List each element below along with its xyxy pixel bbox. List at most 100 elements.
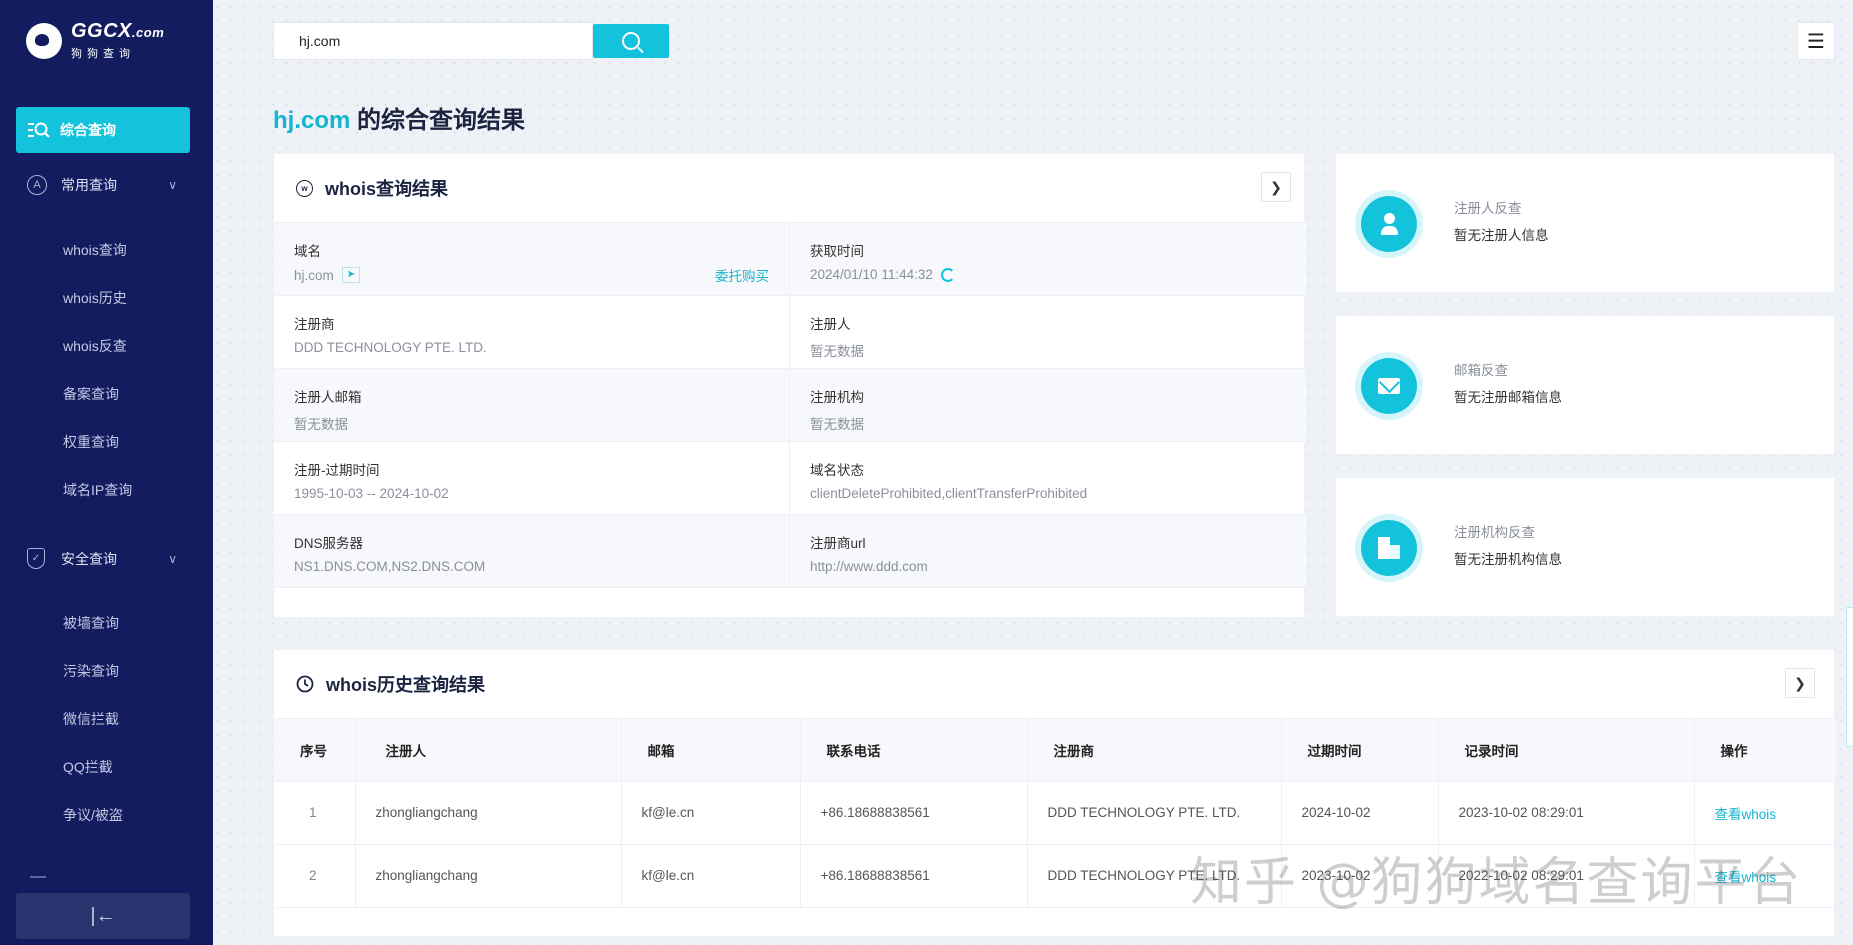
nav-item-pollution-query[interactable]: 污染查询 — [63, 661, 119, 681]
whois-row: 注册人邮箱 暂无数据 注册机构 暂无数据 — [274, 369, 1306, 442]
side-feedback-tab[interactable] — [1846, 607, 1853, 747]
table-cell: 2023-10-02 — [1281, 844, 1439, 908]
person-icon — [1381, 213, 1398, 235]
whois-cell: 注册-过期时间 1995-10-03 -- 2024-10-02 — [274, 442, 790, 514]
search-button[interactable] — [593, 24, 669, 58]
registrant-reverse-card[interactable]: 注册人反查 暂无注册人信息 — [1335, 153, 1835, 293]
logo[interactable]: GGCX.com 狗狗查询 — [26, 20, 164, 61]
reverse-card-value: 暂无注册邮箱信息 — [1454, 390, 1562, 405]
field-value: clientDeleteProhibited,clientTransferPro… — [810, 486, 1088, 501]
whois-row: DNS服务器 NS1.DNS.COM,NS2.DNS.COM 注册商url ht… — [274, 515, 1306, 588]
nav-item-blocked-query[interactable]: 被墙查询 — [63, 613, 119, 633]
logo-main-text: GGCX — [71, 20, 132, 42]
search-input-value: hj.com — [299, 33, 341, 49]
refresh-icon[interactable] — [940, 267, 955, 282]
nav-item-qq-block[interactable]: QQ拦截 — [63, 757, 113, 777]
organization-reverse-card[interactable]: 注册机构反查 暂无注册机构信息 — [1335, 477, 1835, 617]
reverse-card-value: 暂无注册机构信息 — [1454, 552, 1562, 567]
field-label: 域名状态 — [810, 463, 864, 478]
field-value: NS1.DNS.COM,NS2.DNS.COM — [294, 559, 486, 574]
nav-item-wechat-block[interactable]: 微信拦截 — [63, 709, 119, 729]
field-label: 注册人 — [810, 317, 851, 332]
table-row: 1 zhongliangchang kf@le.cn +86.186888385… — [274, 781, 1836, 845]
table-cell: 2023-10-02 08:29:01 — [1438, 781, 1695, 845]
send-icon[interactable]: ➤ — [341, 267, 360, 283]
history-more-button[interactable]: ❯ — [1785, 668, 1815, 698]
field-label: 获取时间 — [810, 244, 864, 259]
field-value: 1995-10-03 -- 2024-10-02 — [294, 486, 449, 501]
table-cell: kf@le.cn — [621, 781, 801, 845]
clock-icon — [296, 675, 314, 693]
nav-item-dispute[interactable]: 争议/被盗 — [63, 805, 123, 825]
view-whois-link[interactable]: 查看whois — [1694, 844, 1836, 908]
divider — [30, 876, 46, 878]
view-whois-link[interactable]: 查看whois — [1694, 781, 1836, 845]
entrust-buy-link[interactable]: 委托购买 — [715, 265, 769, 285]
field-label: 注册商url — [810, 536, 866, 551]
mail-icon — [1378, 378, 1400, 394]
column-header: 联系电话 — [800, 719, 1028, 782]
nav-item-weight-query[interactable]: 权重查询 — [63, 432, 119, 452]
column-header: 记录时间 — [1438, 719, 1695, 782]
reverse-card-title: 邮箱反查 — [1454, 363, 1508, 378]
column-header: 注册商 — [1027, 719, 1282, 782]
chevron-down-icon: ∨ — [168, 178, 177, 192]
column-header: 邮箱 — [621, 719, 801, 782]
whois-cell: 注册商url http://www.ddd.com — [790, 515, 1306, 587]
whois-cell: DNS服务器 NS1.DNS.COM,NS2.DNS.COM — [274, 515, 790, 587]
hamburger-icon: ☰ — [1807, 30, 1825, 53]
nav-item-icp-query[interactable]: 备案查询 — [63, 384, 119, 404]
chevron-right-icon: ❯ — [1270, 178, 1282, 195]
nav-item-domain-ip-query[interactable]: 域名IP查询 — [63, 480, 132, 500]
search-input[interactable]: hj.com — [273, 22, 593, 60]
whois-row: 域名 hj.com ➤ 委托购买 获取时间 2024/01/10 11:44:32 — [274, 223, 1306, 296]
collapse-sidebar-button[interactable]: |← — [16, 893, 190, 939]
whois-cell: 域名 hj.com ➤ 委托购买 — [274, 223, 790, 295]
column-header: 操作 — [1694, 719, 1836, 782]
whois-cell: 注册人邮箱 暂无数据 — [274, 369, 790, 441]
page-title-domain: hj.com — [273, 107, 351, 134]
whois-row: 注册-过期时间 1995-10-03 -- 2024-10-02 域名状态 cl… — [274, 442, 1306, 515]
table-cell: zhongliangchang — [355, 844, 622, 908]
column-header: 过期时间 — [1281, 719, 1439, 782]
field-value: http://www.ddd.com — [810, 559, 928, 574]
field-label: 注册-过期时间 — [294, 463, 380, 478]
field-value: 2024/01/10 11:44:32 — [810, 267, 933, 282]
whois-cell: 注册机构 暂无数据 — [790, 369, 1306, 441]
nav-group-label: 安全查询 — [61, 550, 117, 567]
nav-item-comprehensive-query[interactable]: 综合查询 — [16, 107, 190, 153]
nav-item-whois-query[interactable]: whois查询 — [63, 240, 127, 260]
nav-group-label: 常用查询 — [61, 177, 117, 193]
field-value: DDD TECHNOLOGY PTE. LTD. — [294, 340, 487, 355]
whois-cell: 获取时间 2024/01/10 11:44:32 — [790, 223, 1306, 295]
table-cell: DDD TECHNOLOGY PTE. LTD. — [1027, 844, 1282, 908]
shield-icon: ✓ — [27, 548, 45, 569]
table-header-row: 序号 注册人 邮箱 联系电话 注册商 过期时间 记录时间 操作 — [274, 719, 1836, 782]
table-cell: 1 — [274, 781, 356, 845]
table-cell: kf@le.cn — [621, 844, 801, 908]
whois-card-header: w whois查询结果 — [274, 154, 1304, 223]
nav-item-whois-reverse[interactable]: whois反查 — [63, 336, 127, 356]
whois-icon: w — [296, 179, 313, 197]
table-cell: +86.18688838561 — [800, 781, 1028, 845]
menu-button[interactable]: ☰ — [1797, 22, 1835, 60]
email-reverse-card[interactable]: 邮箱反查 暂无注册邮箱信息 — [1335, 315, 1835, 455]
whois-grid: 域名 hj.com ➤ 委托购买 获取时间 2024/01/10 11:44:32… — [274, 223, 1306, 588]
page-title-suffix: 的综合查询结果 — [350, 107, 526, 134]
chevron-down-icon: ∨ — [168, 551, 177, 566]
reverse-card-title: 注册机构反查 — [1454, 525, 1535, 540]
nav-group-common[interactable]: A 常用查询 ∨ — [27, 175, 177, 195]
whois-history-card: whois历史查询结果 ❯ 序号 注册人 邮箱 联系电话 注册商 过期时间 记录… — [273, 649, 1836, 937]
logo-subtitle: 狗狗查询 — [71, 48, 135, 60]
logo-dog-icon — [26, 22, 62, 59]
nav-group-security[interactable]: ✓ 安全查询 ∨ — [27, 548, 177, 569]
nav-item-whois-history[interactable]: whois历史 — [63, 288, 127, 308]
field-value: 暂无数据 — [810, 417, 864, 432]
field-label: 注册人邮箱 — [294, 390, 362, 405]
history-card-title: whois历史查询结果 — [326, 675, 486, 695]
field-label: 注册机构 — [810, 390, 864, 405]
table-cell: 2024-10-02 — [1281, 781, 1439, 845]
whois-card: w whois查询结果 ❯ 域名 hj.com ➤ 委托购买 获取时间 2024/… — [273, 153, 1306, 618]
collapse-left-icon: |← — [90, 904, 116, 927]
whois-more-button[interactable]: ❯ — [1261, 172, 1291, 202]
